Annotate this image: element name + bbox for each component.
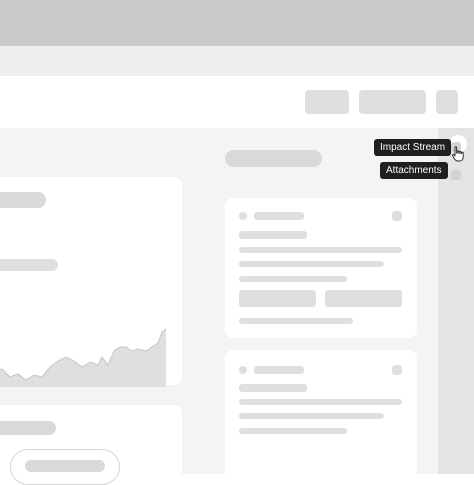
action-pill-button[interactable]	[10, 449, 120, 485]
sparkline-area-chart	[0, 328, 167, 387]
attachments-icon[interactable]	[451, 170, 461, 180]
card-avatar-icon-2	[239, 366, 247, 374]
bottom-left-card	[0, 405, 182, 485]
card-button-1[interactable]	[239, 290, 316, 307]
title-bar	[0, 0, 474, 46]
card-menu-icon-2[interactable]	[392, 365, 402, 375]
card-text-line-6	[239, 428, 347, 434]
impact-stream-tooltip: Impact Stream	[374, 139, 452, 156]
card-author-placeholder-2	[254, 366, 304, 374]
nav-bar	[0, 46, 474, 76]
card-subtitle-placeholder	[0, 259, 58, 271]
card-title-line-2	[239, 384, 307, 392]
action-pill-label-placeholder	[25, 460, 105, 472]
hand-pointer-icon	[452, 146, 464, 162]
card-text-line-5	[239, 413, 384, 419]
main-content	[0, 128, 438, 485]
card-avatar-icon	[239, 212, 247, 220]
card-title-placeholder	[0, 192, 46, 208]
toolbar	[0, 76, 474, 128]
attachments-tooltip: Attachments	[380, 162, 448, 179]
card-text-line-4	[239, 399, 402, 405]
right-side-rail	[438, 128, 474, 474]
column-header-placeholder	[225, 150, 322, 167]
card-author-placeholder	[254, 212, 304, 220]
toolbar-button-3[interactable]	[436, 90, 458, 114]
chart-card	[0, 177, 182, 387]
feed-card-2[interactable]	[225, 350, 417, 480]
toolbar-button-1[interactable]	[305, 90, 349, 114]
card-menu-icon[interactable]	[392, 211, 402, 221]
toolbar-button-2[interactable]	[359, 90, 426, 114]
card-text-line-2	[239, 261, 384, 267]
card-text-line-1	[239, 247, 402, 253]
card-button-2[interactable]	[325, 290, 402, 307]
card-footer-line	[239, 318, 353, 324]
card-title-line	[239, 231, 307, 239]
card-text-line-3	[239, 276, 347, 282]
card-title-placeholder-2	[0, 421, 56, 435]
feed-card-1[interactable]	[225, 198, 417, 338]
